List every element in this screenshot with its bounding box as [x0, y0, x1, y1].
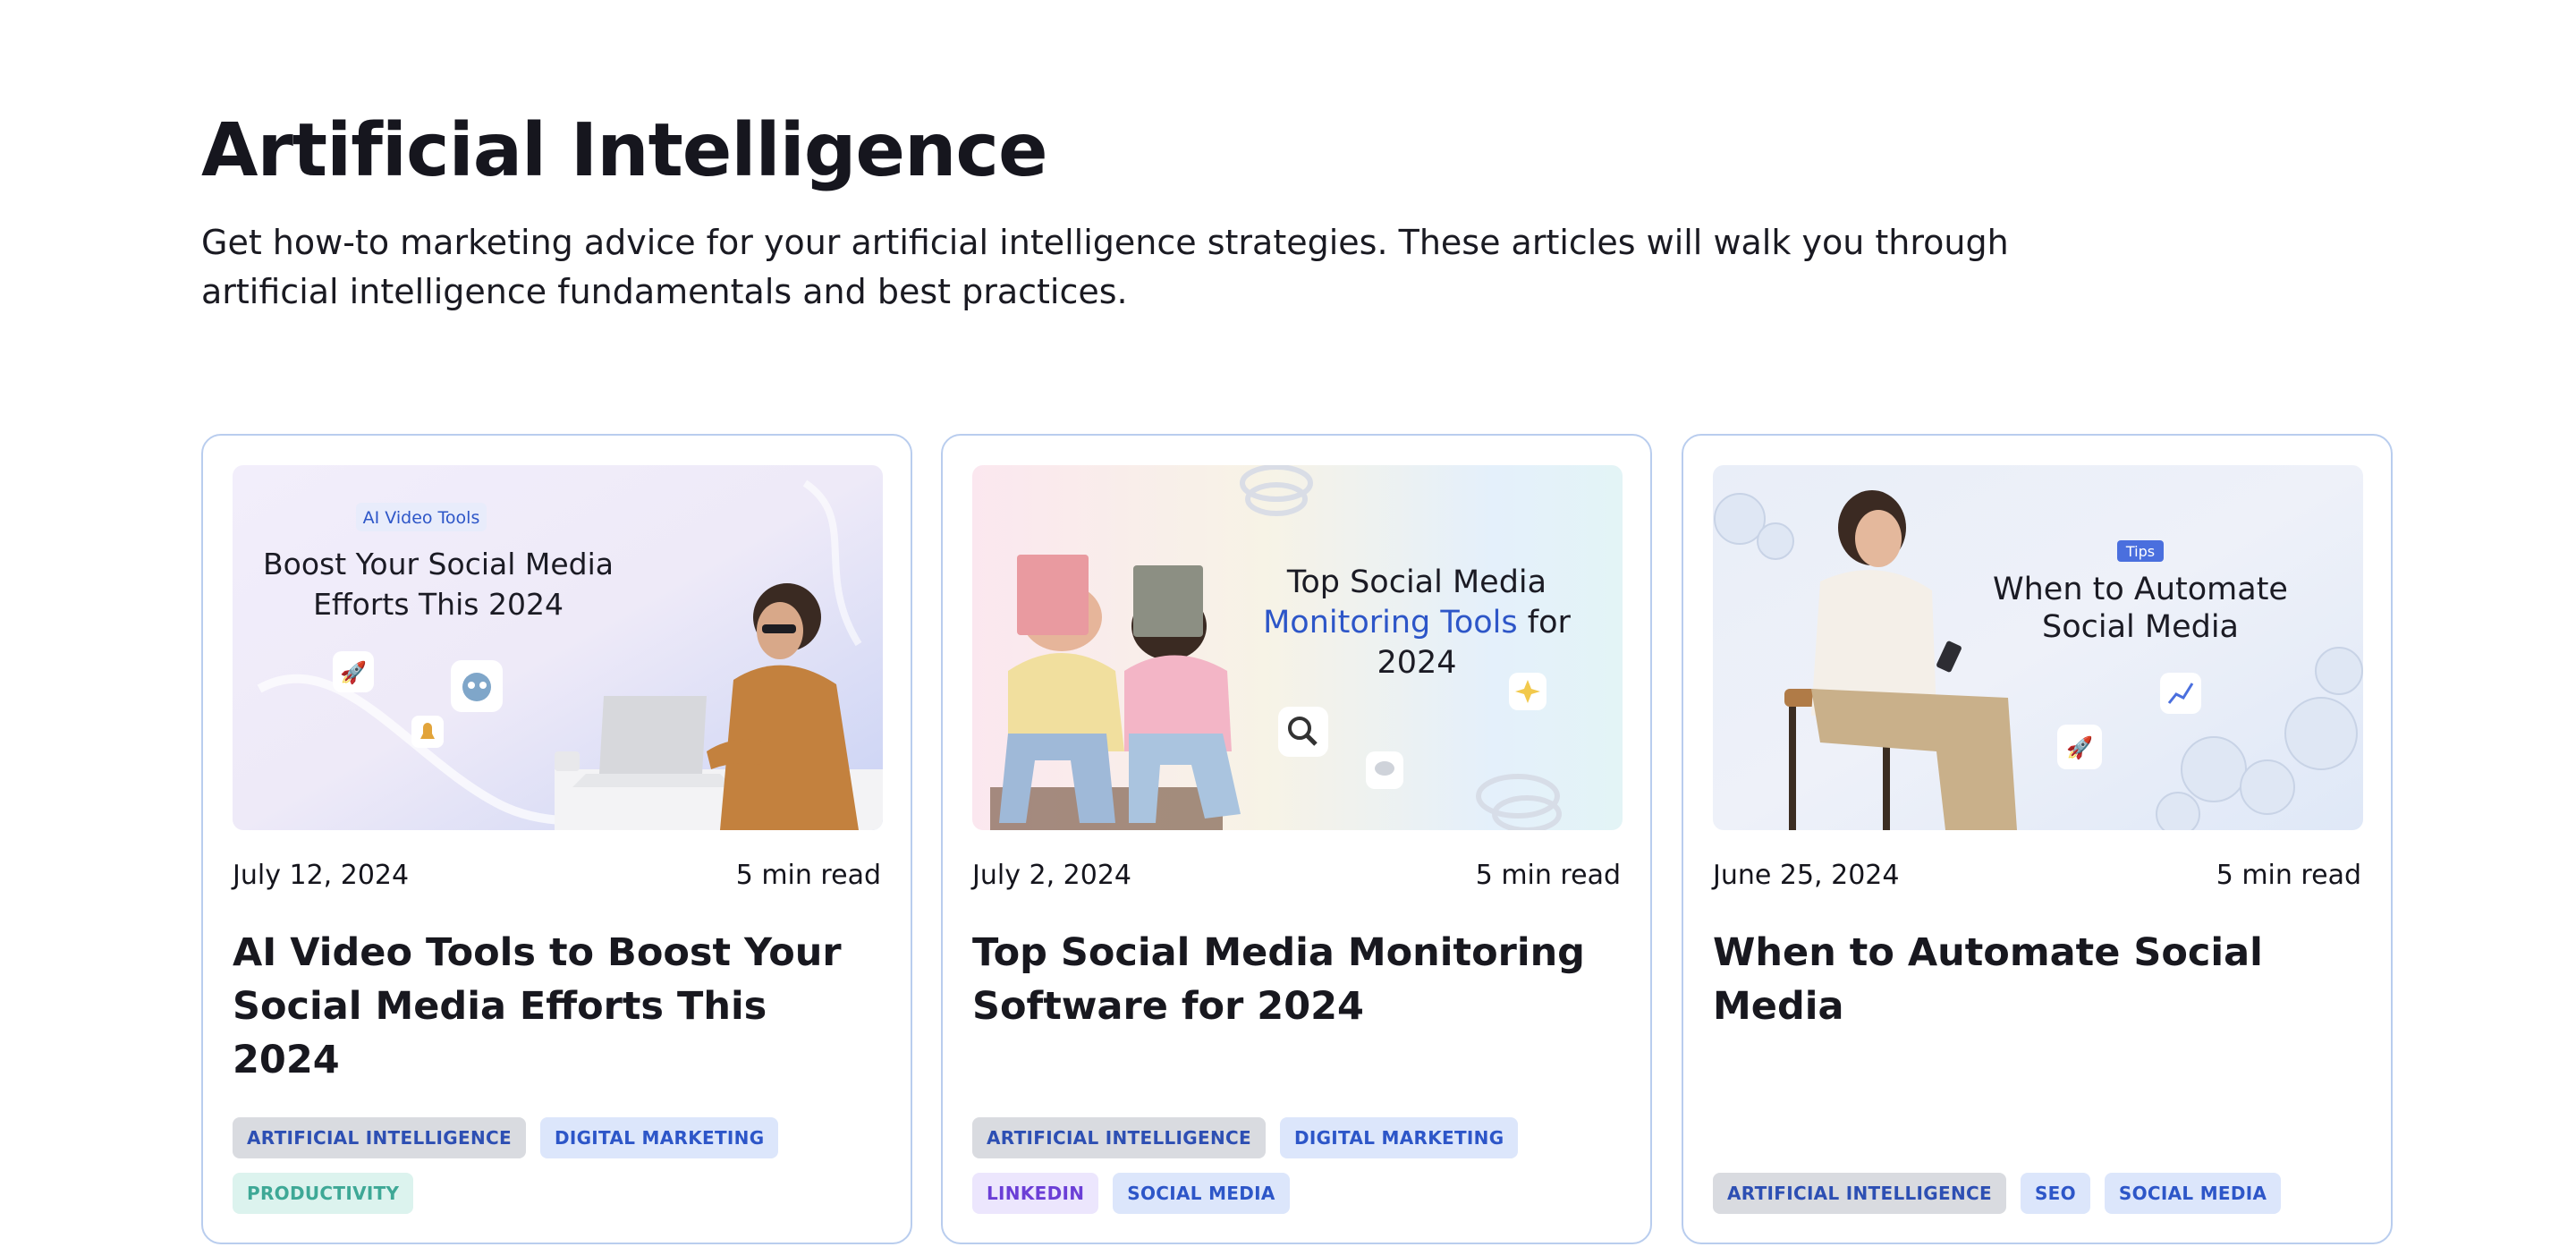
- article-read-time: 5 min read: [2216, 860, 2361, 891]
- article-card[interactable]: Tips When to Automate Social Media 🚀 Jun…: [1682, 434, 2393, 1244]
- rocket-icon: 🚀: [333, 651, 374, 692]
- article-card[interactable]: AI Video Tools Boost Your Social Media E…: [201, 434, 912, 1244]
- sparkle-icon: [1509, 673, 1546, 710]
- article-thumbnail-graphic: Tips When to Automate Social Media 🚀: [1713, 465, 2363, 830]
- article-read-time: 5 min read: [1475, 860, 1621, 891]
- chart-icon: [2160, 673, 2201, 714]
- thumbnail-headline-line2: Social Media: [2042, 609, 2239, 645]
- bell-icon: [411, 716, 444, 748]
- thumbnail-headline-line2: Monitoring Tools for: [1263, 605, 1571, 640]
- article-title[interactable]: AI Video Tools to Boost Your Social Medi…: [233, 926, 883, 1087]
- article-thumbnail[interactable]: AI Video Tools Boost Your Social Media E…: [233, 465, 883, 830]
- tag-artificial-intelligence[interactable]: ARTIFICIAL INTELLIGENCE: [233, 1117, 526, 1158]
- article-tags: ARTIFICIAL INTELLIGENCE DIGITAL MARKETIN…: [233, 1117, 881, 1214]
- thumbnail-headline-line3: 2024: [1377, 645, 1456, 681]
- article-title[interactable]: Top Social Media Monitoring Software for…: [972, 926, 1623, 1033]
- thumbnail-headline-line2: Efforts This 2024: [313, 587, 564, 622]
- rocket-icon: 🚀: [2057, 725, 2102, 769]
- thumbnail-headline-rest: for: [1518, 605, 1572, 640]
- thumbnail-headline-line1: When to Automate: [1993, 572, 2288, 607]
- article-tags: ARTIFICIAL INTELLIGENCE SEO SOCIAL MEDIA: [1713, 1173, 2361, 1214]
- tag-linkedin[interactable]: LINKEDIN: [972, 1173, 1099, 1214]
- tag-artificial-intelligence[interactable]: ARTIFICIAL INTELLIGENCE: [1713, 1173, 2006, 1214]
- thumbnail-headline-line1: Boost Your Social Media: [263, 547, 614, 581]
- page-title: Artificial Intelligence: [201, 108, 1048, 193]
- svg-text:🚀: 🚀: [340, 660, 367, 685]
- article-read-time: 5 min read: [735, 860, 881, 891]
- tag-seo[interactable]: SEO: [2020, 1173, 2090, 1214]
- tag-artificial-intelligence[interactable]: ARTIFICIAL INTELLIGENCE: [972, 1117, 1266, 1158]
- article-card[interactable]: Top Social Media Monitoring Tools for 20…: [941, 434, 1652, 1244]
- tag-digital-marketing[interactable]: DIGITAL MARKETING: [1279, 1117, 1519, 1158]
- svg-text:🚀: 🚀: [2066, 735, 2093, 760]
- article-thumbnail-graphic: Top Social Media Monitoring Tools for 20…: [972, 465, 1623, 830]
- chat-bubble-icon: [1366, 751, 1403, 789]
- tag-social-media[interactable]: SOCIAL MEDIA: [1113, 1173, 1290, 1214]
- article-date: July 12, 2024: [233, 860, 410, 891]
- tag-productivity[interactable]: PRODUCTIVITY: [233, 1173, 414, 1214]
- thumbnail-badge: Tips: [2125, 543, 2155, 560]
- article-date: July 2, 2024: [972, 860, 1131, 891]
- thumbnail-badge: AI Video Tools: [363, 508, 480, 528]
- article-thumbnail[interactable]: Top Social Media Monitoring Tools for 20…: [972, 465, 1623, 830]
- robot-icon: [451, 660, 503, 712]
- tag-digital-marketing[interactable]: DIGITAL MARKETING: [539, 1117, 779, 1158]
- thumbnail-headline-line1: Top Social Media: [1286, 564, 1546, 600]
- thumbnail-headline-accent: Monitoring Tools: [1263, 605, 1518, 640]
- article-title[interactable]: When to Automate Social Media: [1713, 926, 2363, 1033]
- page-description: Get how-to marketing advice for your art…: [201, 223, 2009, 311]
- article-thumbnail-graphic: AI Video Tools Boost Your Social Media E…: [233, 465, 883, 830]
- article-thumbnail[interactable]: Tips When to Automate Social Media 🚀: [1713, 465, 2363, 830]
- tag-social-media[interactable]: SOCIAL MEDIA: [2104, 1173, 2282, 1214]
- article-date: June 25, 2024: [1713, 860, 1900, 891]
- magnifier-icon: [1278, 707, 1328, 757]
- article-tags: ARTIFICIAL INTELLIGENCE DIGITAL MARKETIN…: [972, 1117, 1621, 1214]
